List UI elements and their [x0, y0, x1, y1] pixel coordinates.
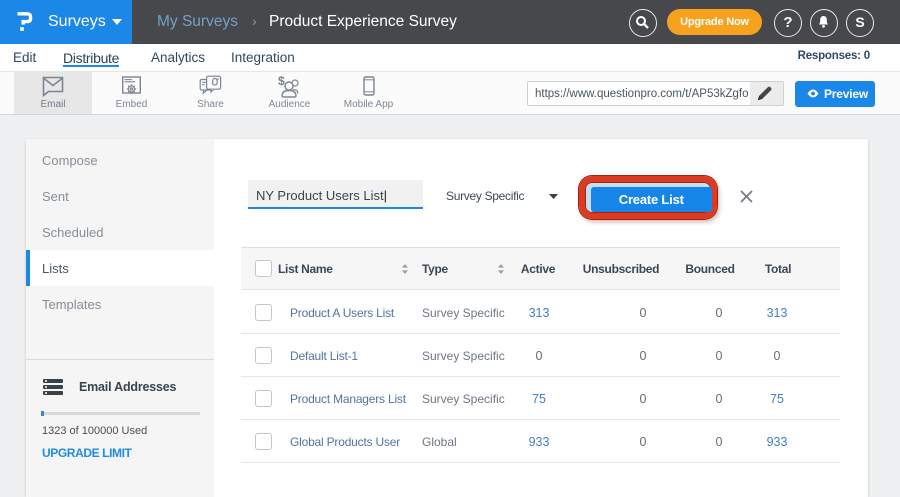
svg-text:$: $ [278, 75, 285, 88]
